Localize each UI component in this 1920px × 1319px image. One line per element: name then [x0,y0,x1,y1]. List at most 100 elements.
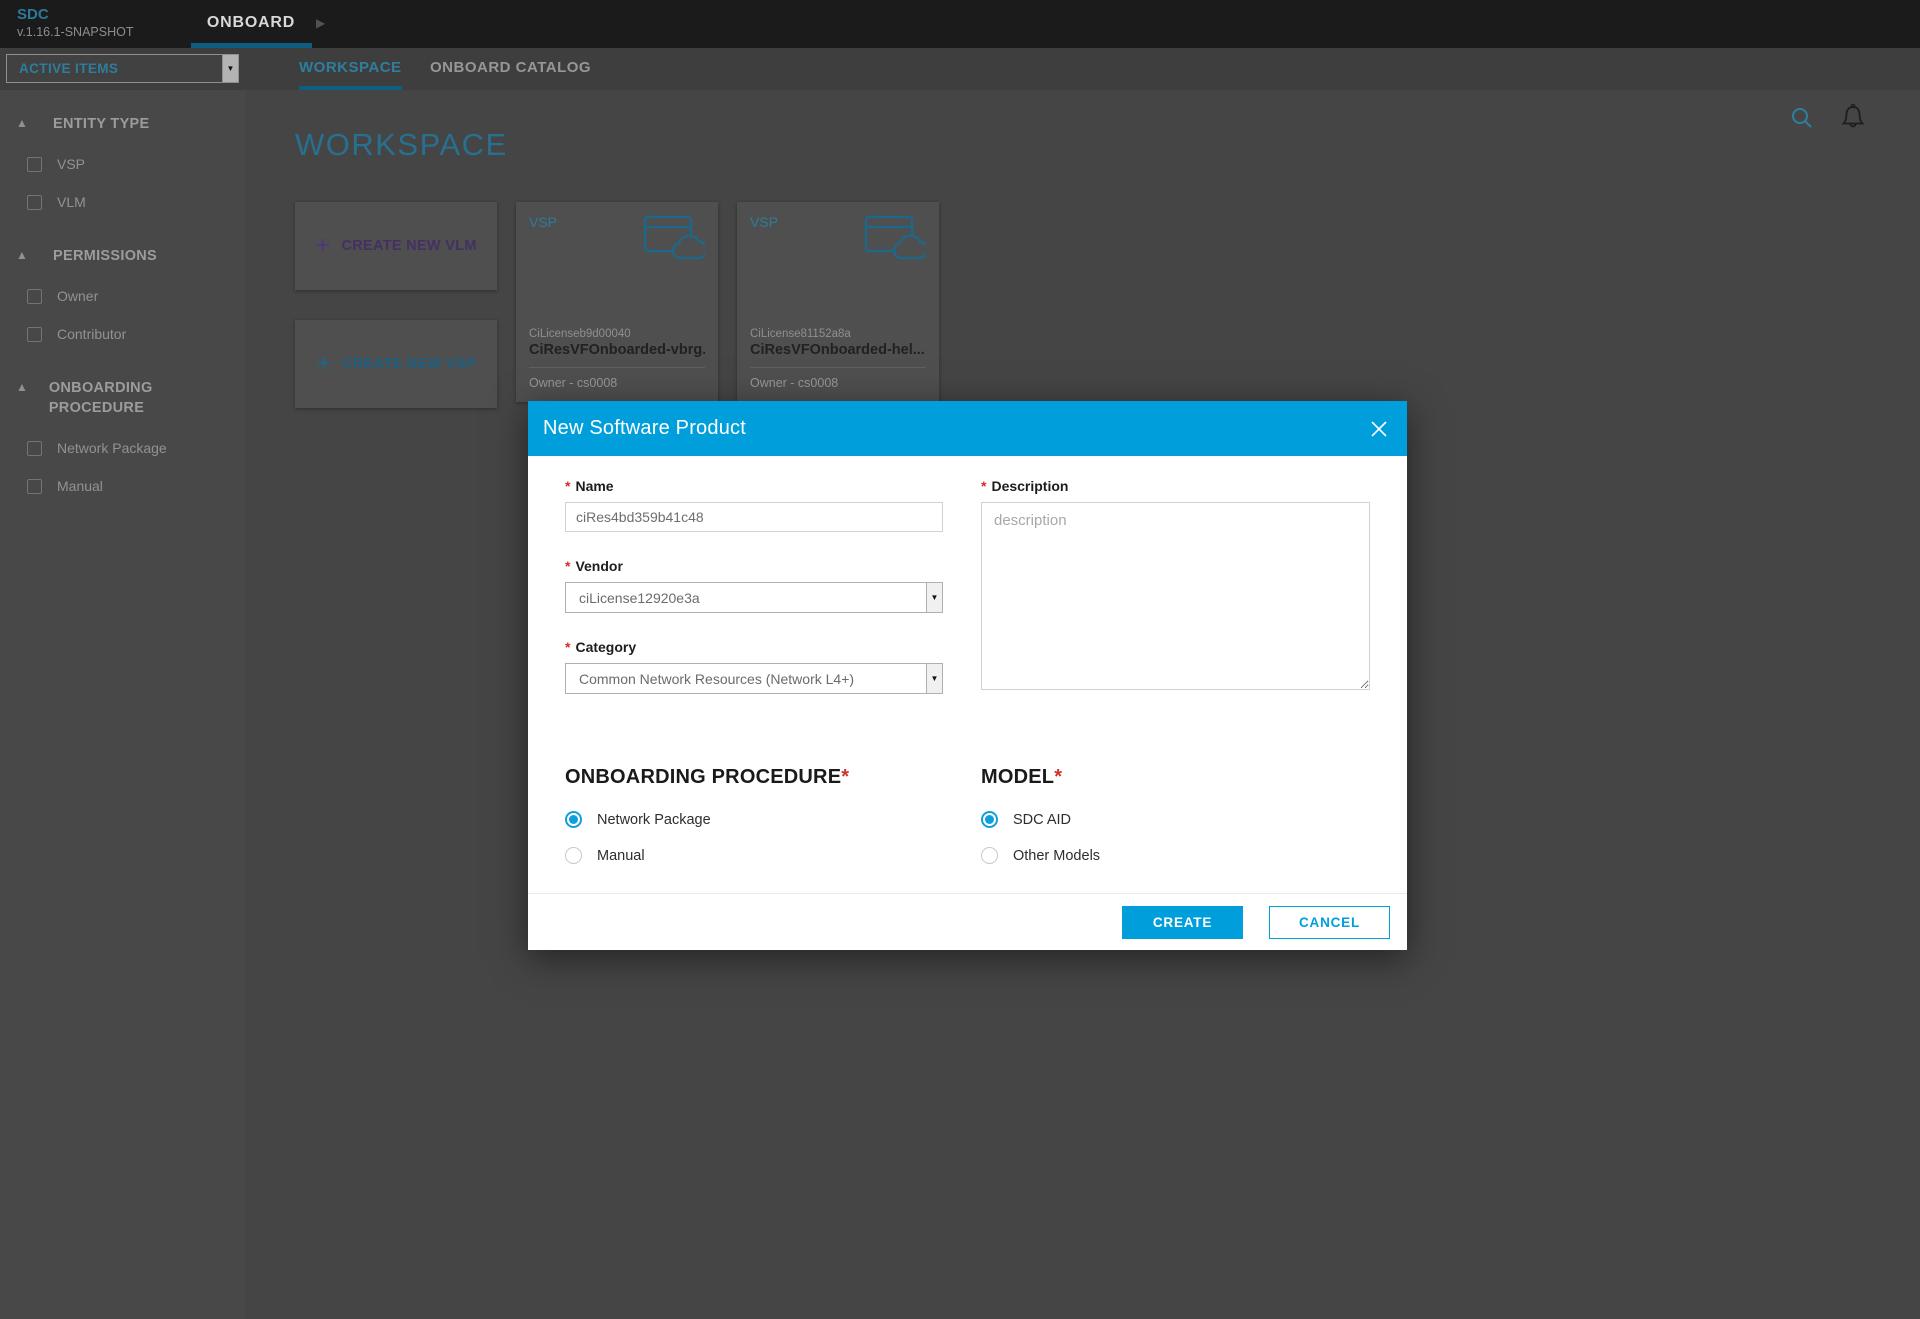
close-icon[interactable] [1369,419,1389,439]
app-version: v.1.16.1-SNAPSHOT [17,25,133,41]
vsp-card[interactable]: VSP CiLicense81152a8a CiResVFOnboarded-h… [737,202,939,402]
category-field-group: *Category Common Network Resources (Netw… [565,639,943,694]
vendor-label: *Vendor [565,558,943,574]
dropdown-arrow-icon[interactable]: ▼ [926,664,942,693]
radio-sdc-aid[interactable]: SDC AID [981,811,1370,828]
app-header: SDC v.1.16.1-SNAPSHOT ONBOARD ▶ [0,0,1920,48]
modal-body: *Name *Vendor ciLicense12920e3a ▼ *Categ… [528,456,1407,883]
radio-button-selected[interactable] [981,811,998,828]
card-name: CiResVFOnboarded-vbrg... [529,342,705,358]
notifications-bell-icon[interactable] [1840,103,1866,129]
nav-tab-onboard[interactable]: ONBOARD [190,0,312,48]
model-group: MODEL* SDC AID Other Models [981,766,1370,883]
section-title: ONBOARDING PROCEDURE [49,378,245,418]
page-title: WORKSPACE [295,127,1920,163]
card-divider [750,367,926,368]
card-info: CiLicense81152a8a CiResVFOnboarded-hel..… [750,328,926,390]
checkbox[interactable] [27,195,42,210]
filter-item-contributor[interactable]: Contributor [0,326,245,342]
section-header-permissions[interactable]: ▲ PERMISSIONS [0,246,245,266]
filter-item-vlm[interactable]: VLM [0,194,245,210]
tab-workspace[interactable]: WORKSPACE [299,48,402,90]
description-textarea[interactable] [981,502,1370,690]
nav-expand-icon[interactable]: ▶ [316,16,325,30]
checkbox[interactable] [27,327,42,342]
radio-button-selected[interactable] [565,811,582,828]
card-vendor-id: CiLicense81152a8a [750,328,926,340]
card-owner: Owner - cs0008 [529,376,705,390]
filter-item-vsp[interactable]: VSP [0,156,245,172]
app-name: SDC [17,6,133,25]
chevron-up-icon[interactable]: ▲ [16,380,30,394]
filter-label: Network Package [57,440,167,456]
radio-network-package[interactable]: Network Package [565,811,943,828]
active-items-select[interactable]: ACTIVE ITEMS ▼ [6,54,239,83]
checkbox[interactable] [27,157,42,172]
checkbox[interactable] [27,289,42,304]
model-heading: MODEL* [981,766,1370,789]
app-brand: SDC v.1.16.1-SNAPSHOT [17,6,133,40]
plus-icon: + [315,232,330,258]
card-owner: Owner - cs0008 [750,376,926,390]
cancel-button[interactable]: CANCEL [1269,906,1390,939]
card-divider [529,367,705,368]
radio-label: Manual [597,848,645,864]
active-items-selected-value: ACTIVE ITEMS [7,61,118,76]
create-new-vlm-button[interactable]: + CREATE NEW VLM [295,202,497,290]
radio-button[interactable] [981,847,998,864]
section-header-onboarding-procedure[interactable]: ▲ ONBOARDING PROCEDURE [0,378,245,418]
section-header-entity-type[interactable]: ▲ ENTITY TYPE [0,114,245,134]
card-name: CiResVFOnboarded-hel... [750,342,926,358]
radio-label: Other Models [1013,848,1100,864]
onboarding-procedure-heading: ONBOARDING PROCEDURE* [565,766,943,789]
create-button-label: CREATE NEW VLM [341,238,476,254]
card-info: CiLicenseb9d00040 CiResVFOnboarded-vbrg.… [529,328,705,390]
required-asterisk: * [565,558,570,574]
radio-other-models[interactable]: Other Models [981,847,1370,864]
filter-section-onboarding-procedure: ▲ ONBOARDING PROCEDURE Network Package M… [0,378,245,494]
vsp-window-cloud-icon [643,215,705,266]
name-input[interactable] [565,502,943,532]
search-icon[interactable] [1789,105,1815,131]
required-asterisk: * [981,478,986,494]
chevron-up-icon[interactable]: ▲ [16,248,34,262]
nav-tab-active-underline [191,43,312,48]
plus-icon: + [316,350,331,376]
filter-item-owner[interactable]: Owner [0,288,245,304]
new-software-product-modal: New Software Product *Name *Vendor ciLic… [528,401,1407,950]
filter-item-network-package[interactable]: Network Package [0,440,245,456]
filter-section-entity-type: ▲ ENTITY TYPE VSP VLM [0,114,245,210]
vendor-select[interactable]: ciLicense12920e3a ▼ [565,582,943,613]
name-field-group: *Name [565,478,943,532]
radio-manual[interactable]: Manual [565,847,943,864]
radio-button[interactable] [565,847,582,864]
category-label: *Category [565,639,943,655]
description-field-group: *Description [981,478,1370,690]
checkbox[interactable] [27,441,42,456]
required-asterisk: * [565,478,570,494]
description-label: *Description [981,478,1370,494]
vsp-window-cloud-icon [864,215,926,266]
category-selected-value: Common Network Resources (Network L4+) [566,664,926,693]
filter-item-manual[interactable]: Manual [0,478,245,494]
required-asterisk: * [565,639,570,655]
vendor-selected-value: ciLicense12920e3a [566,583,926,612]
create-button[interactable]: CREATE [1122,906,1243,939]
dropdown-arrow-icon[interactable]: ▼ [926,583,942,612]
chevron-up-icon[interactable]: ▲ [16,116,34,130]
required-asterisk: * [841,766,849,788]
tab-onboard-catalog[interactable]: ONBOARD CATALOG [430,48,591,90]
create-buttons-column: + CREATE NEW VLM + CREATE NEW VSP [295,202,497,408]
modal-footer: CREATE CANCEL [528,893,1407,950]
dropdown-arrow-icon[interactable]: ▼ [222,55,238,82]
workspace-cards: + CREATE NEW VLM + CREATE NEW VSP VSP Ci… [295,202,1920,408]
checkbox[interactable] [27,479,42,494]
create-new-vsp-button[interactable]: + CREATE NEW VSP [295,320,497,408]
create-button-label: CREATE NEW VSP [342,356,476,372]
category-select[interactable]: Common Network Resources (Network L4+) ▼ [565,663,943,694]
vendor-field-group: *Vendor ciLicense12920e3a ▼ [565,558,943,613]
filter-label: Contributor [57,326,126,342]
filter-sidebar: ▲ ENTITY TYPE VSP VLM ▲ PERMISSIONS Owne… [0,90,245,1319]
vsp-card[interactable]: VSP CiLicenseb9d00040 CiResVFOnboarded-v… [516,202,718,402]
name-label: *Name [565,478,943,494]
